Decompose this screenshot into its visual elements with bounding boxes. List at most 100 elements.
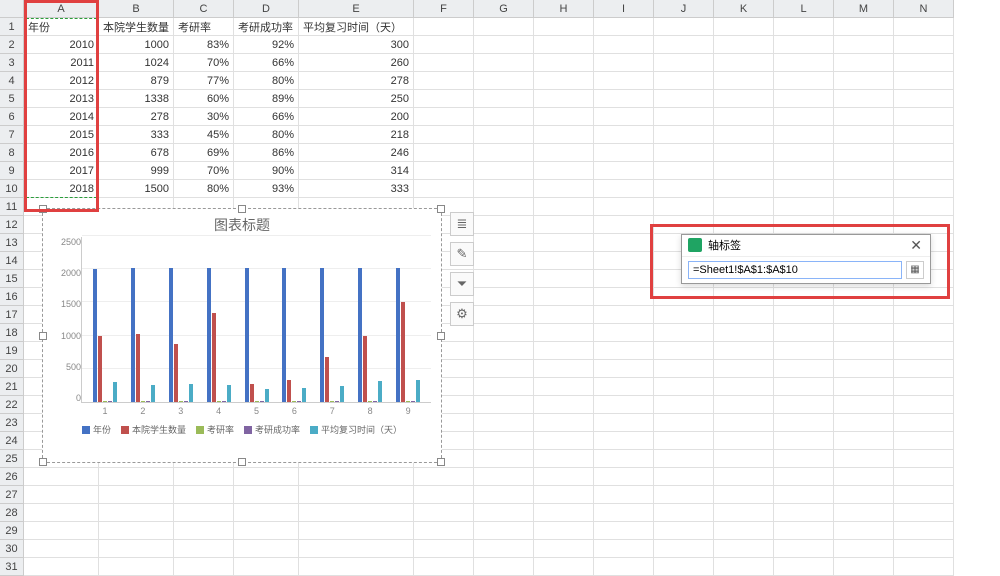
bar[interactable] <box>302 388 306 402</box>
cell[interactable] <box>894 126 954 144</box>
cell[interactable] <box>834 558 894 576</box>
cell[interactable]: 86% <box>234 144 299 162</box>
cell[interactable]: 考研成功率 <box>234 18 299 36</box>
cell[interactable] <box>654 198 714 216</box>
cell[interactable]: 2017 <box>24 162 99 180</box>
cell[interactable]: 218 <box>299 126 414 144</box>
cell[interactable] <box>834 522 894 540</box>
chart-bars[interactable]: 123456789 <box>81 237 431 403</box>
cell[interactable] <box>654 558 714 576</box>
cell[interactable] <box>774 162 834 180</box>
cell[interactable]: 80% <box>174 180 234 198</box>
cell[interactable] <box>774 558 834 576</box>
cell[interactable]: 平均复习时间（天） <box>299 18 414 36</box>
resize-handle[interactable] <box>238 458 246 466</box>
cell[interactable] <box>654 486 714 504</box>
cell[interactable] <box>534 180 594 198</box>
chart-plot-area[interactable]: 25002000150010005000 123456789 <box>53 237 431 417</box>
cell[interactable] <box>594 234 654 252</box>
cell[interactable] <box>474 54 534 72</box>
cell[interactable] <box>714 72 774 90</box>
cell[interactable] <box>534 270 594 288</box>
cell[interactable] <box>594 36 654 54</box>
chart-legend[interactable]: 年份本院学生数量考研率考研成功率平均复习时间（天） <box>43 417 441 442</box>
cell[interactable] <box>654 162 714 180</box>
cell[interactable] <box>234 558 299 576</box>
row-header[interactable]: 20 <box>0 360 24 378</box>
cell[interactable] <box>774 180 834 198</box>
cell[interactable]: 70% <box>174 54 234 72</box>
cell[interactable] <box>414 180 474 198</box>
cell[interactable] <box>834 18 894 36</box>
cell[interactable] <box>654 378 714 396</box>
cell[interactable] <box>894 414 954 432</box>
cell[interactable] <box>654 342 714 360</box>
cell[interactable] <box>414 162 474 180</box>
cell[interactable] <box>654 180 714 198</box>
legend-item[interactable]: 考研成功率 <box>244 423 300 436</box>
column-header[interactable]: H <box>534 0 594 18</box>
bar[interactable] <box>282 268 286 402</box>
cell[interactable] <box>594 288 654 306</box>
cell[interactable]: 年份 <box>24 18 99 36</box>
column-header[interactable]: E <box>299 0 414 18</box>
cell[interactable] <box>894 378 954 396</box>
cell[interactable]: 300 <box>299 36 414 54</box>
cell[interactable] <box>894 108 954 126</box>
cell[interactable] <box>474 234 534 252</box>
embedded-chart[interactable]: 图表标题 25002000150010005000 123456789 年份本院… <box>42 208 442 463</box>
cell[interactable] <box>474 252 534 270</box>
cell[interactable]: 60% <box>174 90 234 108</box>
cell[interactable] <box>234 522 299 540</box>
cell[interactable] <box>534 252 594 270</box>
cell[interactable] <box>534 162 594 180</box>
bar[interactable] <box>184 401 188 402</box>
cell[interactable] <box>714 180 774 198</box>
cell[interactable]: 200 <box>299 108 414 126</box>
cell[interactable] <box>774 468 834 486</box>
bar[interactable] <box>401 302 405 402</box>
cell[interactable] <box>594 540 654 558</box>
bar[interactable] <box>250 384 254 402</box>
bar[interactable] <box>103 401 107 402</box>
cell[interactable] <box>894 54 954 72</box>
cell[interactable] <box>534 108 594 126</box>
row-header[interactable]: 25 <box>0 450 24 468</box>
cell[interactable]: 246 <box>299 144 414 162</box>
cell[interactable] <box>534 378 594 396</box>
cell[interactable]: 333 <box>299 180 414 198</box>
cell[interactable] <box>714 486 774 504</box>
cell[interactable] <box>654 36 714 54</box>
cell[interactable] <box>774 144 834 162</box>
bar[interactable] <box>411 401 415 402</box>
cell[interactable] <box>894 162 954 180</box>
cell[interactable] <box>594 468 654 486</box>
cell[interactable] <box>894 198 954 216</box>
axis-range-input[interactable] <box>688 261 902 279</box>
cell[interactable]: 1500 <box>99 180 174 198</box>
bar[interactable] <box>378 381 382 402</box>
cell[interactable] <box>534 450 594 468</box>
cell[interactable] <box>534 540 594 558</box>
cell[interactable] <box>594 306 654 324</box>
cell[interactable]: 333 <box>99 126 174 144</box>
cell[interactable] <box>594 162 654 180</box>
resize-handle[interactable] <box>39 332 47 340</box>
bar[interactable] <box>416 380 420 402</box>
cell[interactable] <box>654 54 714 72</box>
cell[interactable] <box>534 324 594 342</box>
cell[interactable] <box>834 108 894 126</box>
cell[interactable] <box>474 468 534 486</box>
row-header[interactable]: 26 <box>0 468 24 486</box>
cell[interactable] <box>594 342 654 360</box>
cell[interactable] <box>714 126 774 144</box>
cell[interactable] <box>894 558 954 576</box>
cell[interactable] <box>774 72 834 90</box>
cell[interactable] <box>99 486 174 504</box>
row-header[interactable]: 29 <box>0 522 24 540</box>
cell[interactable] <box>474 18 534 36</box>
cell[interactable] <box>594 72 654 90</box>
cell[interactable] <box>299 522 414 540</box>
cell[interactable] <box>654 144 714 162</box>
bar[interactable] <box>212 313 216 402</box>
